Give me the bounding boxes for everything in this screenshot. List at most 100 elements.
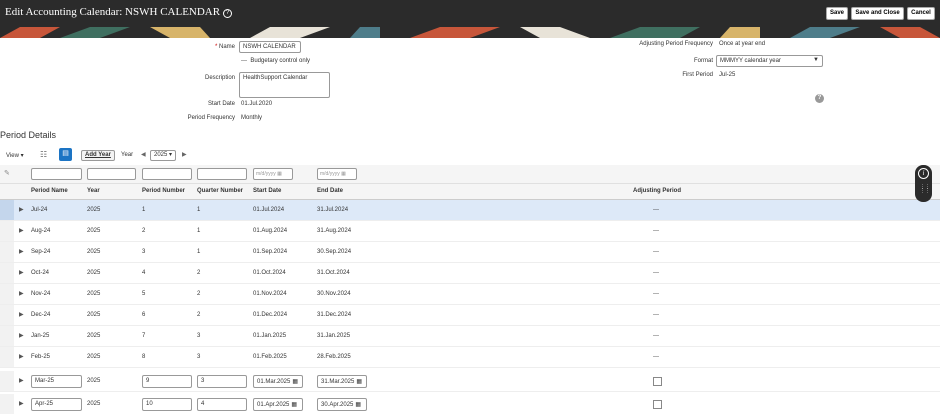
budgetary-control: --- Budgetary control only [241, 58, 310, 64]
cancel-button[interactable]: Cancel [907, 7, 935, 20]
end-date-input[interactable]: 31.Mar.2025 ▦ [317, 375, 367, 388]
column-header-start-date[interactable]: Start Date [253, 188, 281, 194]
first-period-value: Jul-25 [719, 72, 736, 78]
expand-icon[interactable]: ▶ [19, 332, 24, 339]
row-selector[interactable] [0, 326, 14, 346]
description-textarea[interactable]: HealthSupport Calendar [239, 72, 330, 98]
save-button[interactable]: Save [826, 7, 848, 20]
filter-period-name[interactable] [31, 168, 82, 180]
table-row[interactable]: ▶ Apr-25 2025 10 4 01.Apr.2025 ▦ 30.Apr.2… [0, 394, 940, 414]
cell-period-name: Feb-25 [31, 354, 51, 360]
row-selector[interactable] [0, 200, 14, 220]
filter-quarter-number[interactable] [197, 168, 247, 180]
calendar-icon[interactable]: ▦ [292, 379, 298, 385]
info-icon[interactable]: i [918, 168, 929, 179]
row-selector[interactable] [0, 263, 14, 283]
question-icon[interactable]: ? [815, 94, 824, 103]
quarter-number-input[interactable]: 4 [197, 398, 247, 411]
column-header-end-date[interactable]: End Date [317, 188, 343, 194]
cell-end-date: 31.Jul.2024 [317, 207, 349, 213]
table-row[interactable]: ▶ Feb-25 2025 8 3 01.Feb.2025 28.Feb.202… [0, 347, 940, 368]
clear-filter-icon[interactable]: ✎ [4, 169, 10, 177]
help-icon[interactable]: ? [223, 9, 233, 18]
expand-icon[interactable]: ▶ [19, 206, 24, 213]
table-row[interactable]: ▶ Mar-25 2025 9 3 01.Mar.2025 ▦ 31.Mar.20… [0, 371, 940, 392]
grid-icon[interactable]: ⋮⋮ ⋮⋮ [920, 185, 930, 194]
add-year-button[interactable]: Add Year [81, 150, 115, 161]
filter-year[interactable] [87, 168, 136, 180]
table-row[interactable]: ▶ Nov-24 2025 5 2 01.Nov.2024 30.Nov.202… [0, 284, 940, 305]
column-header-year[interactable]: Year [87, 188, 100, 194]
start-date-input-value: 01.Mar.2025 [257, 379, 291, 385]
table-row[interactable]: ▶ Dec-24 2025 6 2 01.Dec.2024 31.Dec.202… [0, 305, 940, 326]
start-date-input[interactable]: 01.Apr.2025 ▦ [253, 398, 303, 411]
column-header-adjusting-period[interactable]: Adjusting Period [633, 188, 681, 194]
expand-icon[interactable]: ▶ [19, 248, 24, 255]
save-and-close-button[interactable]: Save and Close [851, 7, 904, 20]
cell-period-number: 6 [142, 312, 146, 318]
filter-start-date[interactable]: m/d/yyyy ▦ [253, 168, 293, 180]
table-row[interactable]: ▶ Aug-24 2025 2 1 01.Aug.2024 31.Aug.202… [0, 221, 940, 242]
freeze-icon[interactable]: ☷ [40, 150, 47, 159]
table-row[interactable]: ▶ Jul-24 2025 1 1 01.Jul.2024 31.Jul.202… [0, 200, 940, 221]
expand-icon[interactable]: ▶ [19, 353, 24, 360]
name-input[interactable]: NSWH CALENDAR [239, 41, 301, 53]
view-menu[interactable]: View ▾ [6, 152, 24, 159]
cell-period-name: Jul-24 [31, 207, 48, 213]
column-header-period-name[interactable]: Period Name [31, 188, 68, 194]
cell-year: 2025 [87, 354, 101, 360]
cell-start-date: 01.Feb.2025 [253, 354, 287, 360]
row-selector[interactable] [0, 242, 14, 262]
cell-year: 2025 [87, 207, 101, 213]
expand-icon[interactable]: ▶ [19, 290, 24, 297]
format-select[interactable]: MMMYY calendar year ▼ [716, 55, 823, 67]
column-header-period-number[interactable]: Period Number [142, 188, 185, 194]
period-number-input[interactable]: 10 [142, 398, 192, 411]
expand-icon[interactable]: ▶ [19, 311, 24, 318]
decorative-banner [0, 27, 940, 38]
filter-period-number[interactable] [142, 168, 192, 180]
filter-end-date[interactable]: m/d/yyyy ▦ [317, 168, 357, 180]
next-year-icon[interactable]: ▶ [182, 151, 187, 158]
row-selector[interactable] [0, 284, 14, 304]
info-panel-toggle[interactable]: i ⋮⋮ ⋮⋮ [915, 165, 932, 202]
row-selector[interactable] [0, 347, 14, 367]
end-date-input[interactable]: 30.Apr.2025 ▦ [317, 398, 367, 411]
cell-period-number: 8 [142, 354, 146, 360]
cell-period-name: Oct-24 [31, 270, 50, 276]
row-selector[interactable] [0, 394, 14, 414]
calendar-icon[interactable]: ▦ [291, 402, 297, 408]
quarter-number-input[interactable]: 3 [197, 375, 247, 388]
calendar-icon[interactable]: ▦ [356, 379, 362, 385]
row-selector[interactable] [0, 221, 14, 241]
column-header-quarter-number[interactable]: Quarter Number [197, 188, 243, 194]
expand-icon[interactable]: ▶ [19, 269, 24, 276]
cell-period-name: Jan-25 [31, 333, 50, 339]
adjusting-period-checkbox[interactable] [653, 400, 662, 409]
start-date-label: Start Date [207, 101, 235, 107]
expand-icon[interactable]: ▶ [19, 377, 24, 384]
period-number-input[interactable]: 9 [142, 375, 192, 388]
period-name-input[interactable]: Apr-25 [31, 398, 82, 411]
view-menu-label: View [6, 153, 19, 159]
expand-icon[interactable]: ▶ [19, 227, 24, 234]
cell-year: 2025 [87, 270, 101, 276]
row-selector[interactable] [0, 371, 14, 391]
row-selector[interactable] [0, 305, 14, 325]
detach-icon[interactable]: ▤ [59, 148, 72, 161]
adjusting-period-checkbox[interactable] [653, 377, 662, 386]
expand-icon[interactable]: ▶ [19, 400, 24, 407]
page-header: Edit Accounting Calendar: NSWH CALENDAR?… [0, 0, 940, 27]
table-row[interactable]: ▶ Sep-24 2025 3 1 01.Sep.2024 30.Sep.202… [0, 242, 940, 263]
chevron-down-icon: ▼ [813, 57, 819, 63]
table-row[interactable]: ▶ Oct-24 2025 4 2 01.Oct.2024 31.Oct.202… [0, 263, 940, 284]
prev-year-icon[interactable]: ◀ [141, 151, 146, 158]
start-date-input[interactable]: 01.Mar.2025 ▦ [253, 375, 303, 388]
required-marker: * [214, 44, 218, 50]
table-row[interactable]: ▶ Jan-25 2025 7 3 01.Jan.2025 31.Jan.202… [0, 326, 940, 347]
cell-year: 2025 [87, 333, 101, 339]
calendar-icon[interactable]: ▦ [355, 402, 361, 408]
year-select[interactable]: 2025 ▾ [150, 150, 176, 161]
period-name-input[interactable]: Mar-25 [31, 375, 82, 388]
cell-quarter-number: 3 [197, 354, 201, 360]
